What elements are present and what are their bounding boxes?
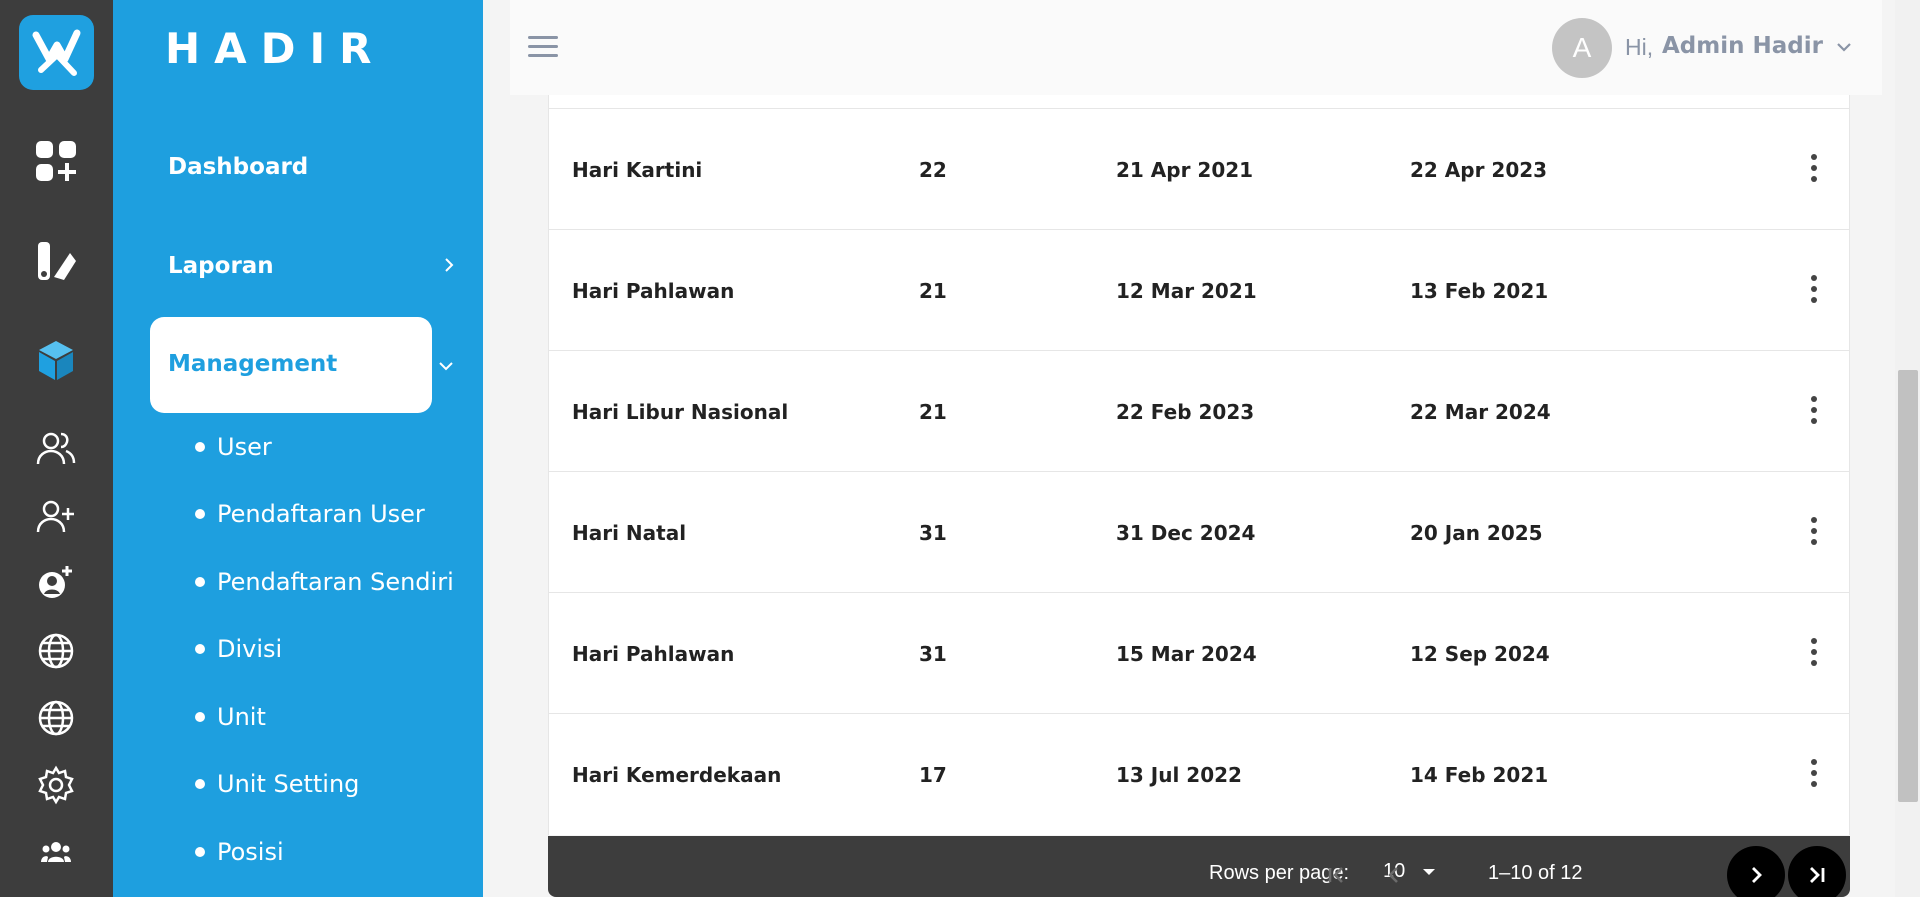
cell-name: Hari Pahlawan <box>572 279 735 303</box>
cell-name: Hari Libur Nasional <box>572 400 789 424</box>
chevron-down-icon <box>1837 43 1851 52</box>
top-bar: A Hi, Admin Hadir <box>510 0 1882 95</box>
cell-count: 22 <box>919 158 947 182</box>
avatar[interactable]: A <box>1552 18 1612 78</box>
cube-icon[interactable] <box>33 337 79 383</box>
cell-count: 21 <box>919 279 947 303</box>
more-options-icon[interactable] <box>1804 517 1824 549</box>
bullet-icon <box>195 779 205 789</box>
subitem-label: Divisi <box>217 635 283 663</box>
app-logo[interactable] <box>19 15 94 90</box>
table-row: Hari Kartini 22 21 Apr 2021 22 Apr 2023 <box>549 109 1849 230</box>
table-row: Hari Pahlawan 21 12 Mar 2021 13 Feb 2021 <box>549 230 1849 351</box>
caret-down-icon <box>1422 869 1435 875</box>
bullet-icon <box>195 712 205 722</box>
user-name: Admin Hadir <box>1662 33 1823 59</box>
subitem-label: User <box>217 433 272 461</box>
globe-2-icon[interactable] <box>33 695 79 741</box>
sidebar: HADIR Dashboard Laporan Management User … <box>113 0 483 897</box>
cell-start-date: 12 Mar 2021 <box>1116 279 1257 303</box>
more-options-icon[interactable] <box>1804 154 1824 186</box>
sidebar-item-label: Laporan <box>168 253 274 279</box>
subitem-label: Unit Setting <box>217 770 360 798</box>
bullet-icon <box>195 644 205 654</box>
cell-count: 31 <box>919 642 947 666</box>
last-page-icon[interactable] <box>1788 846 1846 897</box>
cell-count: 21 <box>919 400 947 424</box>
user-menu[interactable]: Admin Hadir <box>1662 33 1853 59</box>
subitem-label: Pendaftaran Sendiri <box>217 568 454 596</box>
chevron-down-icon[interactable] <box>437 356 455 377</box>
cell-end-date: 20 Jan 2025 <box>1410 521 1543 545</box>
cell-start-date: 31 Dec 2024 <box>1116 521 1256 545</box>
cell-start-date: 13 Jul 2022 <box>1116 763 1242 787</box>
cell-end-date: 14 Feb 2021 <box>1410 763 1549 787</box>
brand-title: HADIR <box>165 24 386 73</box>
prev-page-icon[interactable] <box>1365 846 1423 897</box>
subitem-label: Unit <box>217 703 266 731</box>
cell-count: 17 <box>919 763 947 787</box>
table-pagination: Rows per page: 10 1–10 of 12 <box>548 836 1850 897</box>
page-range: 1–10 of 12 <box>1488 862 1583 884</box>
subitem-label: Posisi <box>217 838 284 866</box>
table-row: Hari Natal 31 31 Dec 2024 20 Jan 2025 <box>549 472 1849 593</box>
sidebar-item-dashboard[interactable]: Dashboard <box>168 154 308 180</box>
more-options-icon[interactable] <box>1804 759 1824 791</box>
bullet-icon <box>195 442 205 452</box>
cell-name: Hari Kemerdekaan <box>572 763 782 787</box>
cell-end-date: 13 Feb 2021 <box>1410 279 1549 303</box>
more-options-icon[interactable] <box>1804 275 1824 307</box>
more-options-icon[interactable] <box>1804 638 1824 670</box>
more-options-icon[interactable] <box>1804 396 1824 428</box>
hamburger-menu-icon[interactable] <box>528 36 558 58</box>
team-icon[interactable] <box>33 829 79 875</box>
table-divider <box>549 95 1849 109</box>
subitem-unit-setting[interactable]: Unit Setting <box>195 770 359 798</box>
user-settings-icon[interactable] <box>33 560 79 606</box>
subitem-unit[interactable]: Unit <box>195 703 266 731</box>
cell-end-date: 22 Apr 2023 <box>1410 158 1548 182</box>
cell-start-date: 22 Feb 2023 <box>1116 400 1255 424</box>
subitem-posisi[interactable]: Posisi <box>195 838 284 866</box>
subitem-pendaftaran-user[interactable]: Pendaftaran User <box>195 500 425 528</box>
cell-end-date: 12 Sep 2024 <box>1410 642 1550 666</box>
bullet-icon <box>195 509 205 519</box>
cell-name: Hari Natal <box>572 521 687 545</box>
subitem-divisi[interactable]: Divisi <box>195 635 282 663</box>
table-row: Hari Kemerdekaan 17 13 Jul 2022 14 Feb 2… <box>549 714 1849 835</box>
users-icon[interactable] <box>33 425 79 471</box>
gear-icon[interactable] <box>33 762 79 808</box>
sidebar-item-management[interactable]: Management <box>150 317 432 413</box>
cell-start-date: 21 Apr 2021 <box>1116 158 1254 182</box>
sidebar-item-laporan[interactable]: Laporan <box>168 253 274 279</box>
bullet-icon <box>195 847 205 857</box>
add-user-icon[interactable] <box>33 493 79 539</box>
table-row: Hari Libur Nasional 21 22 Feb 2023 22 Ma… <box>549 351 1849 472</box>
bullet-icon <box>195 577 205 587</box>
first-page-icon[interactable] <box>1308 846 1366 897</box>
greeting: Hi, <box>1625 34 1654 60</box>
scrollbar-thumb[interactable] <box>1898 370 1918 802</box>
reports-icon[interactable] <box>33 238 79 284</box>
table-row: Hari Pahlawan 31 15 Mar 2024 12 Sep 2024 <box>549 593 1849 714</box>
cell-end-date: 22 Mar 2024 <box>1410 400 1551 424</box>
cell-start-date: 15 Mar 2024 <box>1116 642 1257 666</box>
subitem-user[interactable]: User <box>195 433 272 461</box>
icon-rail <box>0 0 113 897</box>
dashboard-plus-icon[interactable] <box>33 138 79 184</box>
data-table: Hari Kartini 22 21 Apr 2021 22 Apr 2023 … <box>548 95 1850 835</box>
cell-name: Hari Kartini <box>572 158 703 182</box>
sidebar-item-label: Dashboard <box>168 154 309 180</box>
chevron-right-icon[interactable] <box>443 256 455 279</box>
subitem-pendaftaran-sendiri[interactable]: Pendaftaran Sendiri <box>195 568 454 596</box>
next-page-icon[interactable] <box>1727 846 1785 897</box>
subitem-label: Pendaftaran User <box>217 500 425 528</box>
globe-icon[interactable] <box>33 628 79 674</box>
cell-name: Hari Pahlawan <box>572 642 735 666</box>
sidebar-item-label: Management <box>168 351 338 377</box>
cell-count: 31 <box>919 521 947 545</box>
